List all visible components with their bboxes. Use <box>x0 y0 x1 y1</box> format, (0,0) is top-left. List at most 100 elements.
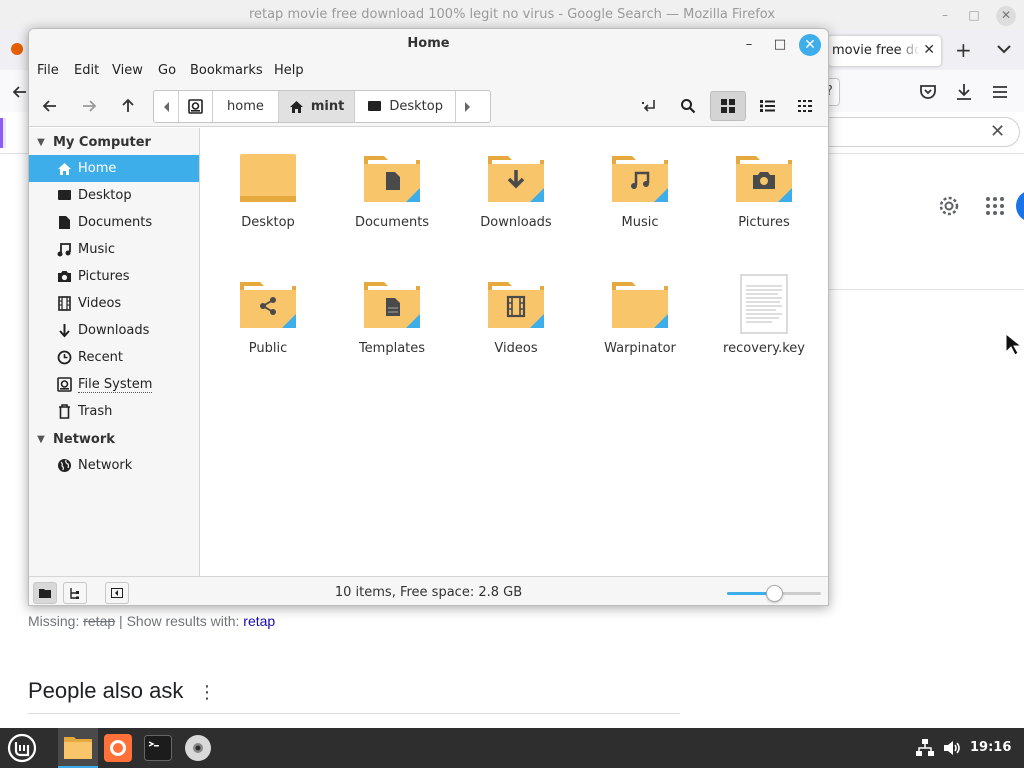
location-toggle-button[interactable] <box>634 91 664 121</box>
taskbar-terminal[interactable] <box>138 728 178 768</box>
sidebar-item-trash[interactable]: Trash <box>29 398 199 425</box>
sidebar-item-music[interactable]: Music <box>29 236 199 263</box>
icon-view-button[interactable] <box>710 91 746 121</box>
breadcrumb-scroll-left[interactable] <box>154 91 179 122</box>
folder-documents[interactable]: Documents <box>330 133 454 243</box>
firefox-tab[interactable]: movie free download ✕ <box>828 36 941 66</box>
back-arrow-icon[interactable] <box>12 84 28 100</box>
missing-terms-line: Missing: retap | Show results with: reta… <box>28 613 275 629</box>
sidebar-section-network[interactable]: ▼ Network <box>29 426 199 452</box>
return-arrow-icon <box>642 100 655 112</box>
sidebar-section-my-computer[interactable]: ▼ My Computer <box>29 129 199 155</box>
list-view-button[interactable] <box>752 91 782 121</box>
sidebar-item-downloads[interactable]: Downloads <box>29 317 199 344</box>
up-arrow-icon <box>122 98 134 112</box>
download-icon[interactable] <box>954 82 974 102</box>
taskbar <box>0 728 1024 768</box>
hamburger-menu-icon[interactable] <box>990 82 1010 102</box>
back-button[interactable] <box>35 91 65 121</box>
start-menu-button[interactable] <box>2 728 42 768</box>
linux-mint-logo-icon <box>7 733 37 763</box>
taskbar-firefox[interactable] <box>98 728 138 768</box>
back-arrow-icon <box>42 100 56 112</box>
breadcrumb-filesystem[interactable] <box>179 91 213 122</box>
breadcrumb: home mint Desktop <box>153 90 491 123</box>
menu-bar: File Edit View Go Bookmarks Help <box>29 59 828 83</box>
download-arrow-icon <box>58 324 70 338</box>
camera-icon <box>57 271 71 282</box>
forward-button[interactable] <box>74 91 104 121</box>
folder-icon <box>612 282 668 328</box>
sidebar-item-file-system[interactable]: File System <box>29 371 199 398</box>
pocket-icon[interactable] <box>918 82 938 102</box>
minimize-button[interactable]: – <box>739 35 759 55</box>
show-results-link[interactable]: retap <box>243 613 275 629</box>
folder-music[interactable]: Music <box>578 133 702 243</box>
menu-file[interactable]: File <box>37 63 59 78</box>
search-button[interactable] <box>673 91 703 121</box>
chevron-down-icon[interactable] <box>995 40 1013 58</box>
sidebar-item-network[interactable]: Network <box>29 452 199 479</box>
up-button[interactable] <box>113 91 143 121</box>
sidebar-section-label: My Computer <box>53 134 151 150</box>
zoom-slider-handle[interactable] <box>766 585 783 602</box>
gear-icon[interactable] <box>937 194 961 218</box>
mouse-cursor-icon <box>1005 332 1023 356</box>
desktop-icon <box>368 101 382 111</box>
firefox-maximize-button[interactable]: □ <box>965 6 983 24</box>
volume-icon[interactable] <box>942 738 962 758</box>
folder-downloads-icon <box>488 156 544 202</box>
show-results-label: | Show results with: <box>115 613 244 629</box>
divider <box>28 713 680 714</box>
folder-downloads[interactable]: Downloads <box>454 133 578 243</box>
sidebar-item-label: Network <box>78 458 133 473</box>
folder-desktop[interactable]: Desktop <box>206 133 330 243</box>
folder-public[interactable]: Public <box>206 259 330 369</box>
sidebar-item-documents[interactable]: Documents <box>29 209 199 236</box>
clock[interactable]: 19:16 <box>970 740 1011 755</box>
folder-templates[interactable]: Templates <box>330 259 454 369</box>
tab-edge <box>0 118 6 148</box>
new-tab-button[interactable]: + <box>955 38 972 62</box>
close-button[interactable]: ✕ <box>799 34 821 56</box>
search-clear-button[interactable]: ✕ <box>990 121 1005 142</box>
menu-help[interactable]: Help <box>274 63 304 78</box>
breadcrumb-label: home <box>227 99 264 114</box>
sidebar-item-pictures[interactable]: Pictures <box>29 263 199 290</box>
folder-videos[interactable]: Videos <box>454 259 578 369</box>
compact-view-button[interactable] <box>790 91 820 121</box>
sidebar-item-home[interactable]: Home <box>29 155 199 182</box>
breadcrumb-mint[interactable]: mint <box>278 91 356 122</box>
breadcrumb-desktop[interactable]: Desktop <box>355 91 456 122</box>
sidebar-item-videos[interactable]: Videos <box>29 290 199 317</box>
window-title: Home <box>407 36 450 51</box>
menu-view[interactable]: View <box>112 63 143 78</box>
taskbar-disc[interactable] <box>178 728 218 768</box>
more-options-icon[interactable]: ⋮ <box>198 682 216 703</box>
menu-bookmarks[interactable]: Bookmarks <box>190 63 263 78</box>
folder-pictures[interactable]: Pictures <box>702 133 826 243</box>
apps-grid-icon[interactable] <box>984 195 1006 217</box>
file-label: Documents <box>354 215 430 230</box>
home-icon <box>57 162 71 175</box>
menu-go[interactable]: Go <box>158 63 176 78</box>
sidebar-item-desktop[interactable]: Desktop <box>29 182 199 209</box>
network-icon[interactable] <box>915 738 935 758</box>
folder-public-icon <box>240 282 296 328</box>
firefox-close-button[interactable]: ✕ <box>996 6 1016 26</box>
menu-edit[interactable]: Edit <box>74 63 99 78</box>
firefox-minimize-button[interactable]: – <box>936 6 954 24</box>
file-recovery-key[interactable]: recovery.key <box>702 259 826 369</box>
file-label: Downloads <box>480 215 552 230</box>
breadcrumb-home[interactable]: home <box>213 91 279 122</box>
sidebar-item-recent[interactable]: Recent <box>29 344 199 371</box>
breadcrumb-scroll-right[interactable] <box>456 91 480 122</box>
avatar[interactable] <box>1016 190 1024 222</box>
maximize-button[interactable]: □ <box>770 35 790 55</box>
file-manager-titlebar[interactable]: Home – □ ✕ <box>29 29 828 59</box>
missing-term: retap <box>83 613 116 629</box>
firefox-tab-close-button[interactable]: ✕ <box>923 42 935 58</box>
folder-warpinator[interactable]: Warpinator <box>578 259 702 369</box>
taskbar-file-manager[interactable] <box>58 728 98 768</box>
sidebar-item-label: Documents <box>78 215 153 230</box>
